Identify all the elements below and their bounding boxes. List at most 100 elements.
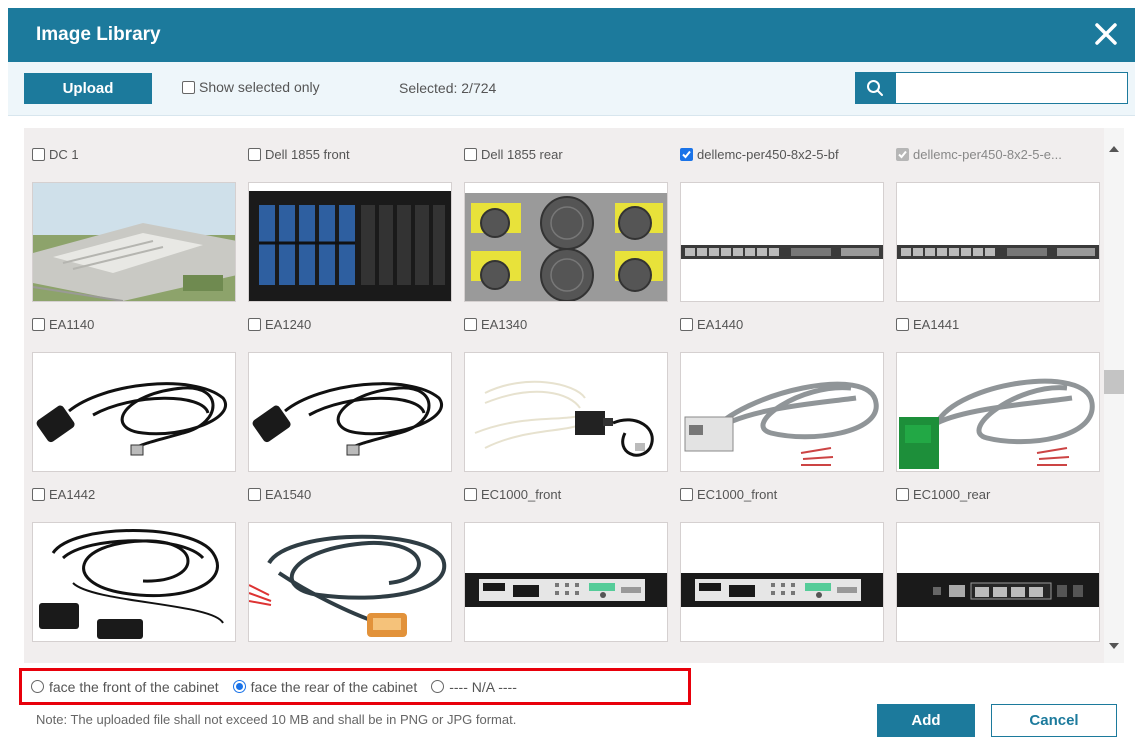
image-tile[interactable]: EA1441 (896, 312, 1100, 472)
radio-button[interactable] (31, 680, 44, 693)
dialog-title: Image Library (36, 24, 161, 45)
image-tile[interactable]: EC1000_front (464, 482, 668, 642)
image-select-checkbox[interactable] (896, 317, 909, 331)
image-name: EA1140 (49, 316, 95, 332)
image-tile[interactable]: EA1340 (464, 312, 668, 472)
image-name: EC1000_rear (913, 486, 991, 502)
image-name: EA1442 (49, 486, 96, 502)
image-select-checkbox[interactable] (464, 317, 477, 331)
orientation-options: face the front of the cabinet face the re… (19, 668, 691, 705)
image-tile[interactable]: EA1240 (248, 312, 452, 472)
scroll-up-arrow[interactable] (1109, 146, 1119, 152)
image-tile-header: DC 1 (32, 142, 236, 166)
search-icon (867, 80, 883, 96)
image-thumbnail[interactable] (248, 352, 452, 472)
image-select-checkbox[interactable] (680, 317, 693, 331)
image-name: EA1240 (265, 316, 312, 332)
show-selected-only-label: Show selected only (199, 79, 320, 95)
image-select-checkbox[interactable] (248, 147, 261, 161)
image-thumbnail[interactable] (32, 522, 236, 642)
scrollbar-thumb[interactable] (1104, 370, 1124, 394)
image-tile[interactable]: EC1000_rear (896, 482, 1100, 642)
image-thumbnail[interactable] (248, 182, 452, 302)
image-tile[interactable]: dellemc-per450-8x2-5-bf (680, 142, 884, 302)
image-name: EA1440 (697, 316, 744, 332)
image-tile[interactable]: EA1540 (248, 482, 452, 642)
image-thumbnail[interactable] (464, 352, 668, 472)
image-thumbnail[interactable] (680, 182, 884, 302)
image-tile[interactable]: EA1442 (32, 482, 236, 642)
image-thumbnail[interactable] (896, 182, 1100, 302)
close-icon[interactable] (1091, 19, 1121, 49)
image-thumbnail[interactable] (464, 182, 668, 302)
orientation-option[interactable]: face the rear of the cabinet (232, 678, 418, 695)
image-select-checkbox[interactable] (32, 487, 45, 501)
image-tile[interactable]: Dell 1855 front (248, 142, 452, 302)
image-tile-header: EA1442 (32, 482, 236, 506)
image-thumbnail[interactable] (32, 182, 236, 302)
search-input[interactable] (895, 72, 1128, 104)
image-select-checkbox[interactable] (896, 487, 909, 501)
image-thumbnail[interactable] (32, 352, 236, 472)
add-button[interactable]: Add (877, 704, 975, 737)
image-select-checkbox[interactable] (680, 487, 693, 501)
image-tile[interactable]: EC1000_front (680, 482, 884, 642)
image-tile-header: EA1240 (248, 312, 452, 336)
image-select-checkbox[interactable] (32, 147, 45, 161)
image-tile-header: EC1000_front (680, 482, 884, 506)
image-select-checkbox[interactable] (32, 317, 45, 331)
orientation-option-label: ---- N/A ---- (449, 678, 517, 695)
image-tile[interactable]: EA1140 (32, 312, 236, 472)
image-tile-header: EC1000_rear (896, 482, 1100, 506)
image-select-checkbox[interactable] (248, 487, 261, 501)
image-name: dellemc-per450-8x2-5-bf (697, 146, 839, 162)
upload-button[interactable]: Upload (24, 73, 152, 104)
image-select-checkbox[interactable] (464, 487, 477, 501)
image-select-checkbox[interactable] (248, 317, 261, 331)
image-name: EC1000_front (697, 486, 778, 502)
image-thumbnail[interactable] (464, 522, 668, 642)
orientation-option-label: face the rear of the cabinet (250, 678, 418, 695)
image-thumbnail[interactable] (896, 522, 1100, 642)
orientation-option-label: face the front of the cabinet (49, 678, 219, 695)
grid-scrollbar[interactable] (1104, 128, 1124, 663)
upload-note: Note: The uploaded file shall not exceed… (36, 712, 517, 727)
image-thumbnail[interactable] (680, 352, 884, 472)
orientation-option[interactable]: face the front of the cabinet (31, 679, 219, 695)
image-name: EA1441 (913, 316, 960, 332)
image-tile-header: dellemc-per450-8x2-5-e... (896, 142, 1100, 166)
radio-button[interactable] (232, 680, 246, 693)
image-name: Dell 1855 rear (481, 146, 563, 162)
scroll-down-arrow[interactable] (1109, 643, 1119, 649)
image-tile-header: EA1441 (896, 312, 1100, 336)
image-name: DC 1 (49, 146, 79, 162)
image-tile-header: EA1540 (248, 482, 452, 506)
image-tile[interactable]: Dell 1855 rear (464, 142, 668, 302)
check-icon (682, 150, 691, 158)
image-tile[interactable]: DC 1 (32, 142, 236, 302)
image-select-checkbox (896, 147, 909, 161)
orientation-option[interactable]: ---- N/A ---- (431, 679, 517, 695)
image-thumbnail[interactable] (248, 522, 452, 642)
image-name: EA1340 (481, 316, 528, 332)
dialog-header: Image Library (8, 8, 1135, 62)
cancel-button[interactable]: Cancel (991, 704, 1117, 737)
image-tile-header: EA1340 (464, 312, 668, 336)
image-grid: DC 1 Dell 1855 front Dell 1855 rear dellemc… (24, 128, 1104, 663)
show-selected-only-checkbox[interactable]: Show selected only (182, 79, 320, 95)
search-button[interactable] (855, 72, 895, 104)
image-thumbnail[interactable] (896, 352, 1100, 472)
image-name: dellemc-per450-8x2-5-e... (913, 146, 1062, 162)
image-select-checkbox[interactable] (680, 147, 693, 161)
image-thumbnail[interactable] (680, 522, 884, 642)
check-icon (898, 150, 907, 158)
image-name: EC1000_front (481, 486, 562, 502)
radio-button[interactable] (431, 680, 445, 693)
image-tile-header: Dell 1855 rear (464, 142, 668, 166)
checkbox-box[interactable] (182, 80, 195, 94)
image-tile-header: Dell 1855 front (248, 142, 452, 166)
image-tile-header: dellemc-per450-8x2-5-bf (680, 142, 884, 166)
image-select-checkbox[interactable] (464, 147, 477, 161)
image-tile[interactable]: dellemc-per450-8x2-5-e... (896, 142, 1100, 302)
image-tile[interactable]: EA1440 (680, 312, 884, 472)
